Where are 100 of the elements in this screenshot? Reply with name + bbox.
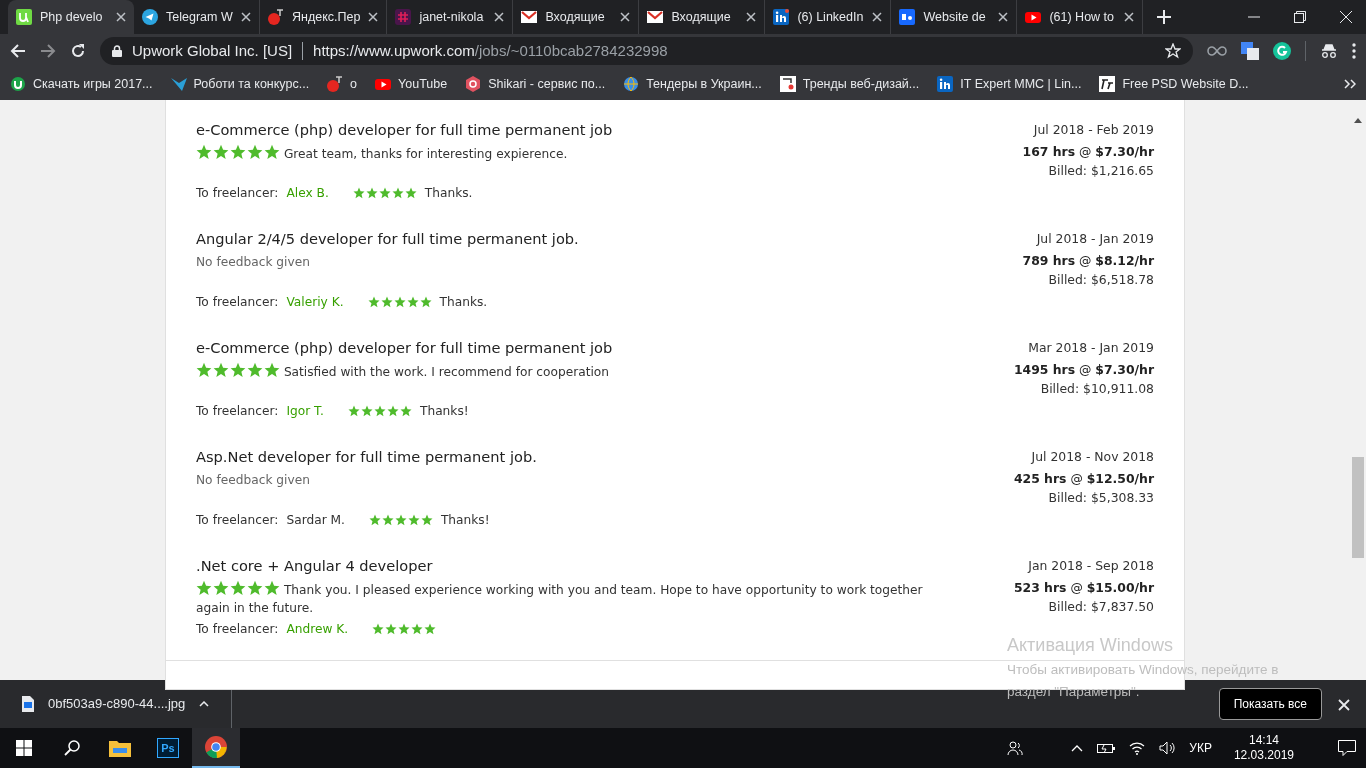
site-identity: Upwork Global Inc. [US] [132, 40, 293, 61]
url-text: https://www.upwork.com/jobs/~0110bcab2784232998 [313, 40, 668, 61]
scroll-up-icon[interactable] [1354, 118, 1362, 123]
back-icon[interactable] [10, 43, 26, 59]
site-icon [327, 76, 344, 92]
date-range: Mar 2018 - Jan 2019 [1027, 339, 1154, 357]
hexagon-icon [465, 76, 482, 92]
freelancer-name: Sardar M. [286, 512, 345, 529]
billed-amount: Billed: $7,837.50 [1047, 598, 1154, 616]
job-title: .Net core + Angular 4 developer [196, 556, 434, 576]
caret-icon[interactable] [199, 701, 210, 707]
billed-amount: Billed: $5,308.33 [1047, 489, 1154, 507]
freelancer-label: To freelancer: [196, 512, 279, 529]
browser-tab[interactable]: Php develo [8, 0, 134, 34]
new-tab-icon[interactable] [1157, 10, 1172, 24]
site-icon [937, 76, 954, 92]
job-title: Asp.Net developer for full time permanent job. [196, 447, 537, 467]
globe-icon [623, 76, 640, 92]
date-range: Jul 2018 - Nov 2018 [1030, 448, 1154, 466]
incognito-icon[interactable] [1320, 44, 1338, 58]
paper-plane-icon [142, 9, 158, 25]
hours-rate: 425 hrs @ $12.50/hr [1013, 470, 1154, 488]
close-icon[interactable] [494, 12, 505, 22]
bookmark[interactable]: о [327, 74, 358, 94]
notification-icon[interactable] [1338, 740, 1356, 756]
close-icon[interactable] [746, 12, 757, 22]
bookmark[interactable]: Free PSD Website D... [1099, 74, 1249, 94]
close-icon[interactable] [241, 12, 251, 22]
restore-icon[interactable] [1294, 11, 1306, 23]
star-icon[interactable] [1165, 43, 1181, 59]
download-file-name[interactable]: 0bf503a9-c890-44....jpg [48, 694, 186, 714]
close-icon[interactable] [998, 12, 1009, 22]
volume-icon[interactable] [1159, 741, 1176, 755]
infinity-icon[interactable] [1207, 45, 1227, 57]
address-bar[interactable]: Upwork Global Inc. [US] https://www.upwork.com/jobs/~0110bcab2784232998 [100, 37, 1193, 65]
chevron-up-icon[interactable] [1071, 744, 1084, 752]
show-all-button[interactable]: Показать все [1218, 688, 1322, 720]
freelancer-link[interactable]: Andrew K. [286, 620, 349, 638]
reply-text: Thanks! [419, 403, 469, 420]
feedback-text: No feedback given [196, 473, 310, 487]
hours-rate: 789 hrs @ $8.12/hr [1022, 252, 1154, 270]
site-icon [899, 9, 916, 25]
feedback-text: No feedback given [196, 255, 310, 269]
chrome-icon[interactable] [205, 736, 227, 758]
feedback-text: Satisfied with the work. I recommend for cooperation [283, 365, 609, 379]
language-indicator[interactable]: УКР [1189, 739, 1212, 757]
feedback-text: Thank you. I pleased experience working with you and team. Hope to have opportunity to work together again in the future. [196, 583, 923, 615]
menu-icon[interactable] [1352, 43, 1356, 59]
site-icon [16, 9, 32, 25]
bookmark[interactable]: YouTube [375, 74, 448, 94]
freelancer-label: To freelancer: [196, 403, 279, 420]
freelancer-label: To freelancer: [196, 621, 279, 638]
bookmark[interactable]: Тендеры в Украин... [623, 74, 762, 94]
torrent-icon [10, 76, 26, 92]
translate-icon[interactable] [1241, 42, 1259, 60]
hours-rate: 523 hrs @ $15.00/hr [1013, 579, 1154, 597]
job-title: e-Commerce (php) developer for full time permanent job [196, 120, 613, 140]
date-range: Jan 2018 - Sep 2018 [1026, 557, 1154, 575]
close-icon[interactable] [116, 12, 126, 22]
reply-text: Thanks! [440, 512, 490, 529]
close-icon[interactable] [368, 12, 379, 22]
date-range: Jul 2018 - Jan 2019 [1035, 230, 1154, 248]
freelancer-link[interactable]: Alex B. [286, 184, 329, 202]
forward-icon[interactable] [40, 43, 56, 59]
battery-icon[interactable] [1097, 742, 1116, 754]
bookmark[interactable]: Скачать игры 2017... [10, 74, 153, 94]
bookmark[interactable]: IT Expert MMC | Lin... [937, 74, 1082, 94]
date-range: Jul 2018 - Feb 2019 [1032, 121, 1154, 139]
reload-icon[interactable] [70, 43, 86, 59]
site-icon [779, 76, 796, 92]
close-icon[interactable] [1124, 12, 1135, 22]
wifi-icon[interactable] [1129, 741, 1146, 755]
envelope-icon [521, 9, 538, 25]
clock-date[interactable]: 12.03.2019 [1233, 748, 1294, 763]
photoshop-app-icon[interactable]: Ps [157, 737, 179, 759]
people-icon[interactable] [1007, 740, 1024, 756]
close-icon[interactable] [620, 12, 631, 22]
freelancer-link[interactable]: Valeriy K. [286, 293, 344, 311]
hours-rate: 1495 hrs @ $7.30/hr [1013, 361, 1154, 379]
folder-icon[interactable] [109, 739, 131, 757]
billed-amount: Billed: $10,911.08 [1039, 380, 1154, 398]
hours-rate: 167 hrs @ $7.30/hr [1022, 143, 1154, 161]
reply-text: Thanks. [439, 294, 488, 311]
search-icon[interactable] [64, 740, 80, 756]
file-icon [22, 696, 34, 712]
freelancer-link[interactable]: Igor T. [286, 402, 324, 420]
bookmark[interactable]: Shikari - сервис по... [465, 74, 606, 94]
site-icon [773, 9, 790, 25]
grammar-icon[interactable] [1273, 42, 1291, 60]
windows-icon[interactable] [16, 740, 32, 756]
bookmark[interactable]: Роботи та конкурс... [170, 74, 310, 94]
close-icon[interactable] [872, 12, 883, 22]
freelancer-label: To freelancer: [196, 294, 279, 311]
chevron-icon[interactable] [1344, 79, 1356, 89]
site-icon [1099, 76, 1116, 92]
bookmark[interactable]: Тренды веб-дизай... [779, 74, 920, 94]
clock-time[interactable]: 14:14 [1233, 733, 1294, 748]
lock-icon [112, 45, 122, 57]
envelope-icon [647, 9, 664, 25]
billed-amount: Billed: $6,518.78 [1047, 271, 1154, 289]
